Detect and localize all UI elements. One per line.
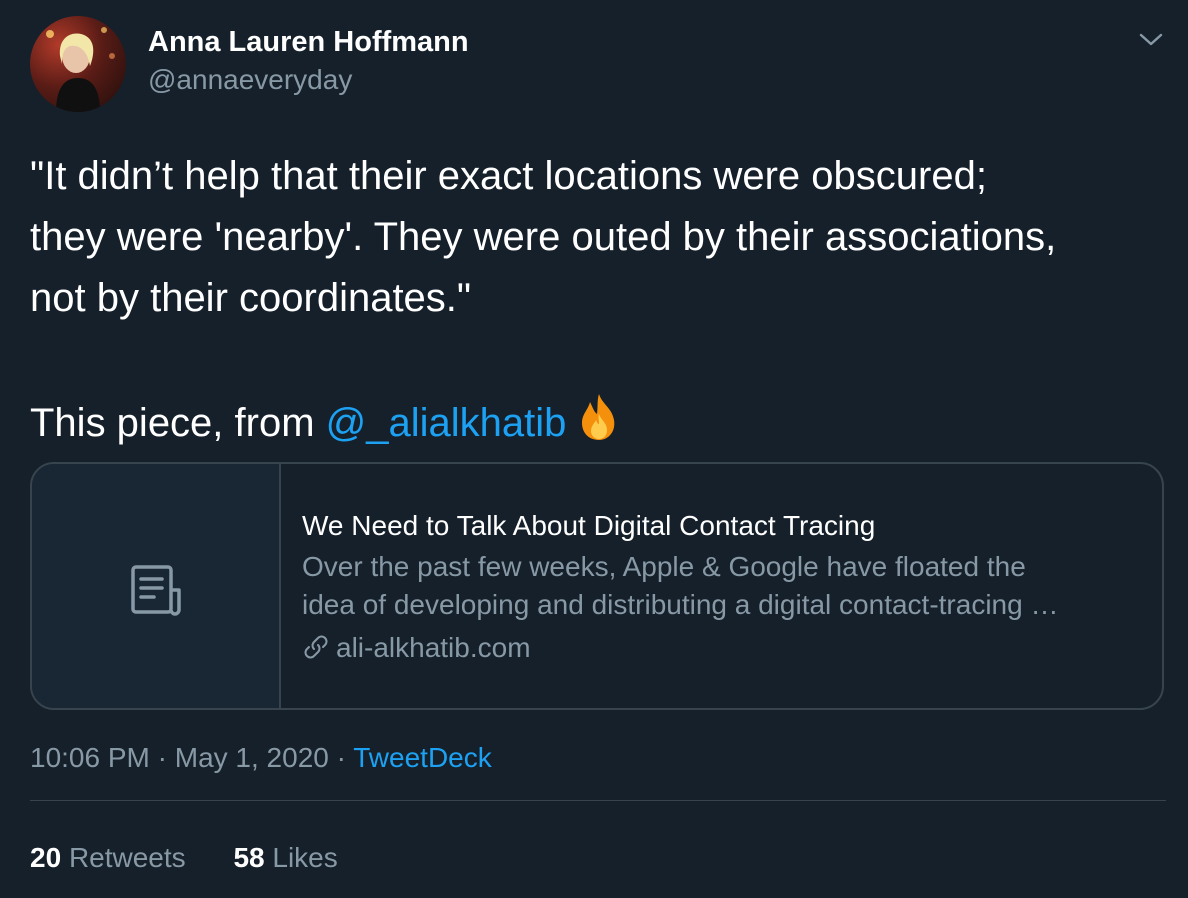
mention-link[interactable]: @_alialkhatib (326, 401, 567, 445)
retweets-count: 20 (30, 842, 62, 873)
card-description: Over the past few weeks, Apple & Google … (302, 548, 1152, 624)
tweet-line: "It didn’t help that their exact locatio… (30, 154, 987, 198)
avatar-image (46, 27, 115, 112)
retweets-stat[interactable]: 20 Retweets (30, 842, 186, 874)
divider (30, 800, 1166, 801)
tweet-time[interactable]: 10:06 PM (30, 742, 150, 773)
retweets-label: Retweets (68, 842, 186, 873)
tweet-stats: 20 Retweets 58 Likes (30, 842, 378, 874)
link-card[interactable]: We Need to Talk About Digital Contact Tr… (30, 462, 1164, 710)
chevron-down-icon[interactable] (1136, 30, 1166, 50)
link-icon (304, 635, 328, 659)
likes-count: 58 (233, 842, 265, 873)
card-description-line: idea of developing and distributing a di… (302, 589, 1059, 620)
card-body: We Need to Talk About Digital Contact Tr… (302, 506, 1152, 668)
likes-stat[interactable]: 58 Likes (233, 842, 337, 874)
tweet-meta: 10:06 PM · May 1, 2020 · TweetDeck (30, 742, 492, 774)
article-icon (131, 565, 181, 616)
card-description-line: Over the past few weeks, Apple & Google … (302, 551, 1026, 582)
tweet-source-link[interactable]: TweetDeck (353, 742, 492, 773)
tweet-text-prefix: This piece, from (30, 401, 326, 445)
tweet-date[interactable]: May 1, 2020 (175, 742, 329, 773)
card-title: We Need to Talk About Digital Contact Tr… (302, 510, 876, 541)
avatar[interactable] (30, 16, 126, 112)
likes-label: Likes (272, 842, 338, 873)
card-thumbnail (32, 464, 281, 708)
card-domain-text: ali-alkhatib.com (336, 632, 531, 663)
tweet-line: This piece, from @_alialkhatib (30, 390, 1170, 462)
tweet-text: "It didn’t help that their exact locatio… (30, 146, 1170, 462)
author-handle[interactable]: @annaeveryday (148, 64, 352, 96)
card-domain: ali-alkhatib.com (302, 628, 1152, 668)
author-name[interactable]: Anna Lauren Hoffmann (148, 26, 469, 59)
tweet-line: not by their coordinates." (30, 276, 472, 320)
meta-separator: · (149, 742, 175, 773)
meta-separator: · (328, 742, 354, 773)
fire-icon (572, 390, 626, 462)
tweet-line: they were 'nearby'. They were outed by t… (30, 215, 1057, 259)
